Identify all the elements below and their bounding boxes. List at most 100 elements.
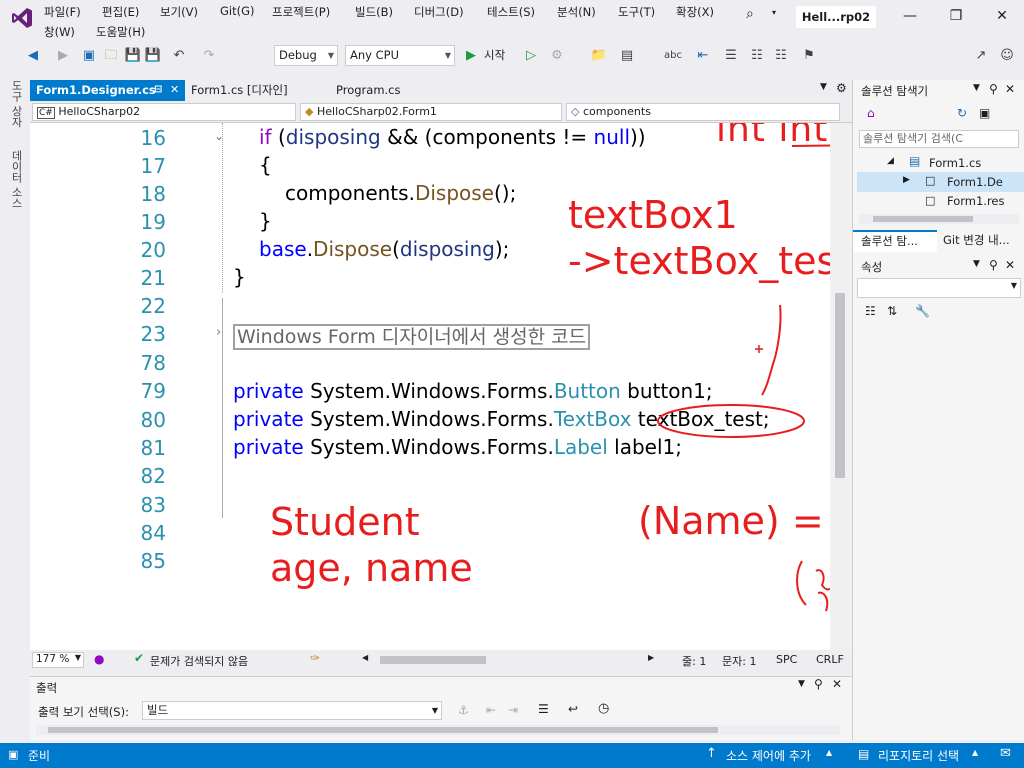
spc-indicator[interactable]: SPC (776, 653, 797, 666)
issues-status[interactable]: 문제가 검색되지 않음 (150, 653, 248, 669)
hot-reload-icon[interactable]: ⚙ (548, 47, 566, 65)
minimize-icon[interactable]: — (898, 6, 922, 26)
expanded-arrow-icon[interactable]: ◢ (887, 156, 894, 166)
repository-icon[interactable]: ▤ (858, 747, 869, 761)
categorized-icon[interactable]: ☷ (865, 304, 876, 318)
platform-select[interactable]: Any CPU ▼ (345, 45, 455, 66)
solution-scrollbar[interactable] (859, 214, 1019, 224)
pin-icon[interactable]: ⚲ (989, 258, 998, 272)
share-icon[interactable]: ↗ (972, 47, 990, 65)
timestamp-icon[interactable]: ◷ (598, 701, 609, 716)
close-icon[interactable]: ✕ (990, 6, 1014, 26)
class-select[interactable]: ◆ HelloCSharp02.Form1 (300, 103, 562, 121)
project-select[interactable]: C# HelloCSharp02 (32, 103, 296, 121)
output-scrollbar[interactable] (36, 725, 840, 735)
menu-extensions[interactable]: 확장(X) (676, 4, 714, 20)
save-all-icon[interactable]: 💾 (144, 47, 162, 65)
tree-item-form1-resx[interactable]: Form1.res (947, 194, 1004, 208)
back-icon[interactable]: ◀ (24, 47, 42, 65)
uncomment-icon[interactable]: ☷ (772, 47, 790, 65)
scroll-right-icon[interactable]: ▶ (648, 653, 654, 662)
save-icon[interactable]: 💾 (124, 47, 142, 65)
intellicode-icon[interactable]: ● (94, 652, 104, 666)
chevron-up-icon[interactable]: ▲ (972, 748, 978, 757)
property-pages-icon[interactable]: 🔧 (915, 304, 930, 318)
pin-icon[interactable]: ⚲ (814, 677, 823, 691)
menu-test[interactable]: 테스트(S) (487, 4, 535, 20)
home-icon[interactable]: ⌂ (867, 106, 875, 120)
menu-view[interactable]: 보기(V) (160, 4, 198, 20)
dropdown-icon[interactable]: ▼ (798, 679, 805, 689)
configuration-select[interactable]: Debug ▼ (274, 45, 338, 66)
layout-icon[interactable]: ▤ (618, 47, 636, 65)
open-folder-icon[interactable]: 🗀 (102, 47, 120, 65)
bookmark-prev-icon[interactable]: ⇤ (694, 47, 712, 65)
collapsed-arrow-icon[interactable]: ▶ (903, 175, 910, 185)
collapse-all-icon[interactable]: ▣ (979, 106, 990, 120)
menu-project[interactable]: 프로젝트(P) (272, 4, 330, 20)
refresh-icon[interactable]: ↻ (957, 106, 967, 120)
clear-all-icon[interactable]: ☰ (538, 702, 549, 716)
align-icon[interactable]: ☰ (722, 47, 740, 65)
comment-icon[interactable]: ☷ (748, 47, 766, 65)
pin-icon[interactable]: ⚲ (989, 82, 998, 96)
spell-check-icon[interactable]: abc (664, 47, 682, 65)
new-item-icon[interactable]: ▣ (80, 47, 98, 65)
dropdown-icon[interactable]: ▼ (973, 259, 980, 269)
scrollbar-thumb[interactable] (873, 216, 973, 222)
add-source-control-button[interactable]: 소스 제어에 추가 (726, 747, 811, 764)
scrollbar-thumb[interactable] (48, 727, 718, 733)
alphabetical-icon[interactable]: ⇅ (887, 304, 897, 318)
crlf-indicator[interactable]: CRLF (816, 653, 844, 666)
tree-item-form1[interactable]: Form1.cs (929, 156, 981, 170)
menu-edit[interactable]: 편집(E) (102, 4, 139, 20)
scroll-left-icon[interactable]: ◀ (362, 653, 368, 662)
visual-studio-logo-icon[interactable] (10, 6, 34, 30)
next-message-icon[interactable]: ⇥ (508, 703, 518, 717)
output-source-select[interactable]: 빌드 ▼ (142, 701, 442, 720)
start-without-debug-icon[interactable]: ▷ (522, 47, 540, 65)
redo-icon[interactable]: ↷ (200, 47, 218, 65)
undo-icon[interactable]: ↶ (170, 47, 188, 65)
pin-icon[interactable]: ⊟ (154, 80, 162, 100)
settings-icon[interactable]: ⚙ (836, 81, 847, 95)
select-repository-button[interactable]: 리포지토리 선택 (878, 747, 959, 764)
start-icon[interactable]: ▶ (462, 47, 480, 65)
search-dropdown-icon[interactable]: ▾ (772, 8, 776, 17)
solution-search-input[interactable]: 솔루션 탐색기 검색(C (859, 130, 1019, 148)
arrow-up-icon[interactable]: ↑ (706, 746, 717, 761)
properties-object-select[interactable]: ▼ (857, 278, 1021, 298)
bookmark-icon[interactable]: ⚑ (800, 47, 818, 65)
search-icon[interactable]: ⌕ (746, 6, 754, 22)
cleanup-brush-icon[interactable]: ✑ (310, 651, 320, 665)
toolbox-tab[interactable]: 도구 상자 (8, 80, 24, 128)
tab-program[interactable]: Program.cs (330, 80, 440, 101)
tab-solution-explorer[interactable]: 솔루션 탐... (853, 230, 937, 252)
forward-icon[interactable]: ▶ (54, 47, 72, 65)
menu-tools[interactable]: 도구(T) (618, 4, 655, 20)
tree-item-form1-designer[interactable]: Form1.De (947, 175, 1003, 189)
close-icon[interactable]: ✕ (832, 677, 842, 691)
menu-build[interactable]: 빌드(B) (355, 4, 393, 20)
code-editor[interactable]: 16 17 18 19 20 21 22 23 78 79 80 81 82 8… (30, 123, 852, 650)
feedback-icon[interactable]: ☺ (998, 47, 1016, 65)
member-select[interactable]: ◇ components (566, 103, 840, 121)
menu-git[interactable]: Git(G) (220, 4, 255, 18)
start-button[interactable]: 시작 (484, 47, 505, 63)
close-icon[interactable]: ✕ (1005, 258, 1015, 272)
zoom-select[interactable]: 177 % ▼ (32, 652, 84, 668)
prev-message-icon[interactable]: ⇤ (486, 703, 496, 717)
menu-debug[interactable]: 디버그(D) (414, 4, 464, 20)
close-icon[interactable]: ✕ (170, 80, 179, 100)
menu-analyze[interactable]: 분석(N) (557, 4, 596, 20)
find-message-icon[interactable]: ⚓ (458, 703, 469, 717)
menu-window[interactable]: 창(W) (44, 24, 75, 40)
data-sources-tab[interactable]: 데이터 소스 (8, 150, 24, 209)
solution-explorer-icon[interactable]: 📁 (590, 47, 608, 65)
maximize-icon[interactable]: ❐ (944, 6, 968, 26)
scrollbar-thumb[interactable] (835, 293, 845, 478)
menu-help[interactable]: 도움말(H) (96, 24, 145, 40)
tab-overflow-icon[interactable]: ▼ (820, 82, 827, 92)
vertical-scrollbar[interactable] (830, 123, 852, 650)
word-wrap-icon[interactable]: ↩ (568, 702, 578, 716)
